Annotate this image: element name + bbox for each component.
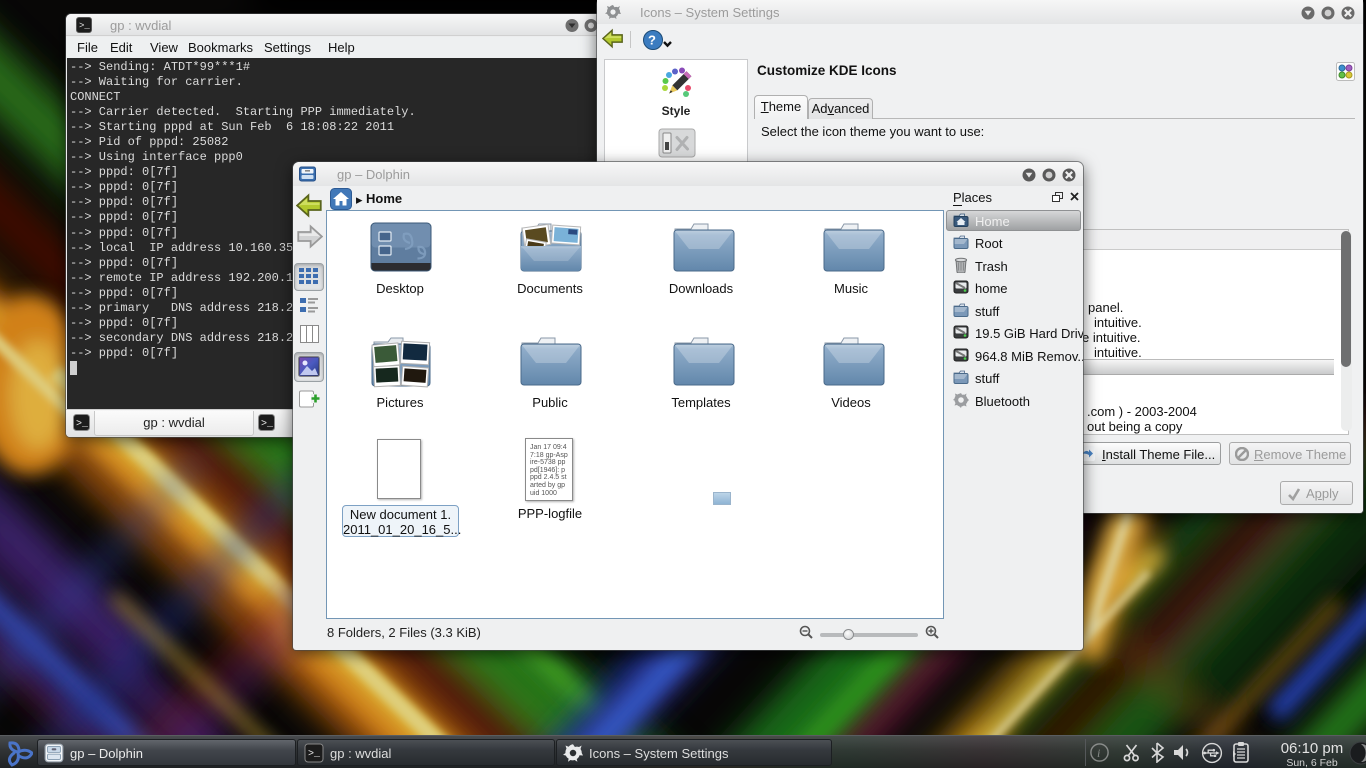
svg-text:>_: >_ bbox=[76, 419, 89, 430]
svg-text:>_: >_ bbox=[308, 749, 321, 760]
svg-text:?: ? bbox=[648, 33, 656, 48]
svg-text:>_: >_ bbox=[261, 419, 274, 430]
svg-text:i: i bbox=[1097, 746, 1100, 760]
svg-text:>_: >_ bbox=[79, 21, 90, 31]
